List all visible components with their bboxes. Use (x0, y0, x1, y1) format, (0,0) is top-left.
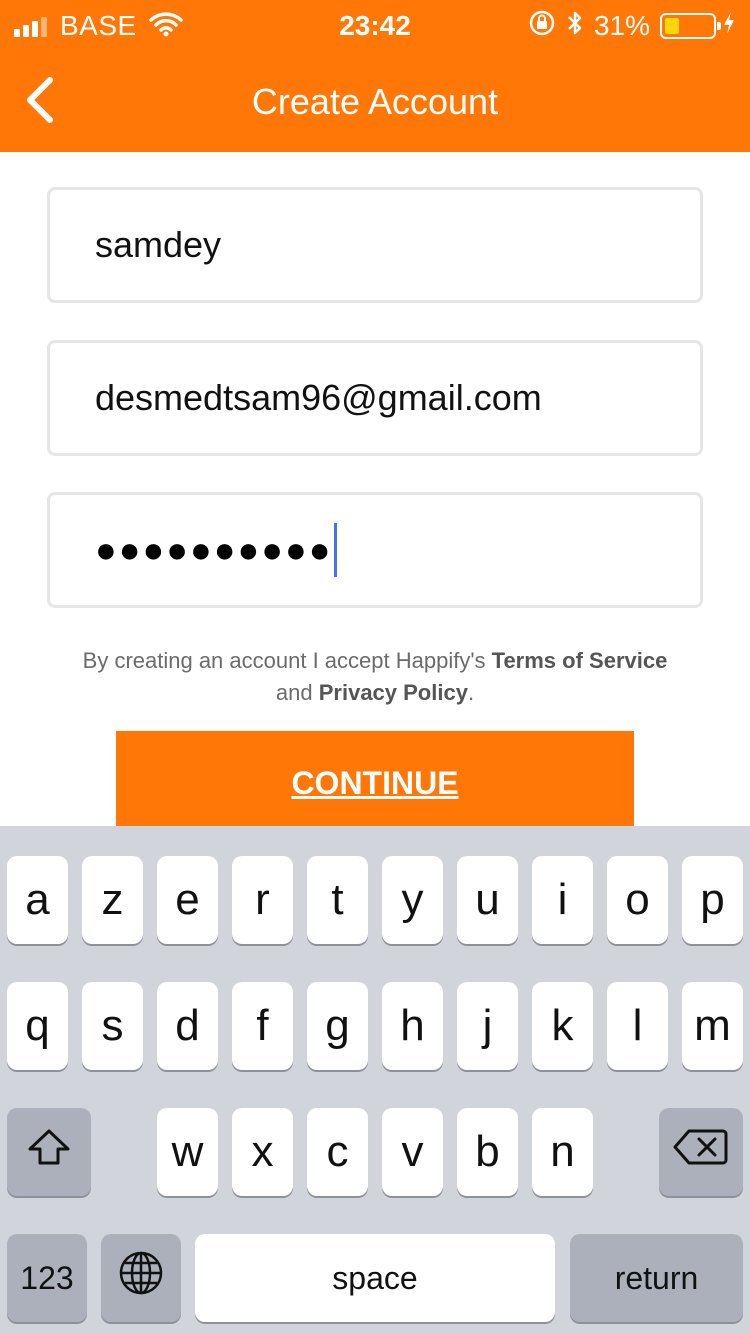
text-caret (334, 523, 338, 577)
nav-bar: Create Account (0, 52, 750, 152)
terms-prefix: By creating an account I accept Happify'… (82, 648, 492, 673)
password-value: ●●●●●●●●●● (95, 529, 333, 570)
key-c[interactable]: c (307, 1108, 368, 1196)
terms-text: By creating an account I accept Happify'… (40, 645, 710, 709)
key-v[interactable]: v (382, 1108, 443, 1196)
key-g[interactable]: g (307, 982, 368, 1070)
key-z[interactable]: z (82, 856, 143, 944)
key-n[interactable]: n (532, 1108, 593, 1196)
key-y[interactable]: y (382, 856, 443, 944)
globe-icon (117, 1249, 165, 1308)
key-w[interactable]: w (157, 1108, 218, 1196)
key-x[interactable]: x (232, 1108, 293, 1196)
key-r[interactable]: r (232, 856, 293, 944)
key-e[interactable]: e (157, 856, 218, 944)
app-header: BASE 23:42 31% Create Account (0, 0, 750, 152)
battery-percent: 31% (593, 10, 650, 41)
status-right: 31% (518, 8, 736, 44)
shift-key[interactable] (7, 1108, 91, 1196)
key-h[interactable]: h (382, 982, 443, 1070)
terms-suffix: . (467, 680, 475, 705)
key-j[interactable]: j (457, 982, 518, 1070)
key-i[interactable]: i (532, 856, 593, 944)
terms-middle: and (275, 680, 319, 705)
bluetooth-icon (566, 9, 584, 44)
battery-icon (660, 13, 721, 39)
continue-button[interactable]: CONTINUE (116, 731, 634, 831)
key-d[interactable]: d (157, 982, 218, 1070)
username-field[interactable]: samdey (47, 187, 703, 303)
status-bar: BASE 23:42 31% (0, 0, 750, 52)
shift-icon (26, 1127, 72, 1178)
charging-icon (722, 10, 736, 42)
key-q[interactable]: q (7, 982, 68, 1070)
orientation-lock-icon (528, 9, 556, 44)
key-u[interactable]: u (457, 856, 518, 944)
keyboard: a z e r t y u i o p q s d f g h j k l m … (0, 826, 750, 1334)
key-t[interactable]: t (307, 856, 368, 944)
email-value: desmedtsam96@gmail.com (95, 377, 542, 418)
globe-key[interactable] (101, 1234, 181, 1322)
delete-key[interactable] (659, 1108, 743, 1196)
page-title: Create Account (251, 81, 499, 122)
space-key[interactable]: space (195, 1234, 555, 1322)
backspace-icon (673, 1127, 729, 1178)
password-field[interactable]: ●●●●●●●●●● (47, 492, 703, 608)
key-k[interactable]: k (532, 982, 593, 1070)
privacy-policy-link[interactable]: Privacy Policy (319, 680, 468, 705)
key-m[interactable]: m (682, 982, 743, 1070)
key-b[interactable]: b (457, 1108, 518, 1196)
username-value: samdey (95, 224, 222, 265)
email-field[interactable]: desmedtsam96@gmail.com (47, 340, 703, 456)
return-key[interactable]: return (570, 1234, 743, 1322)
key-o[interactable]: o (607, 856, 668, 944)
key-a[interactable]: a (7, 856, 68, 944)
key-f[interactable]: f (232, 982, 293, 1070)
key-s[interactable]: s (82, 982, 143, 1070)
terms-of-service-link[interactable]: Terms of Service (492, 648, 668, 673)
numbers-key[interactable]: 123 (7, 1234, 87, 1322)
key-l[interactable]: l (607, 982, 668, 1070)
key-p[interactable]: p (682, 856, 743, 944)
